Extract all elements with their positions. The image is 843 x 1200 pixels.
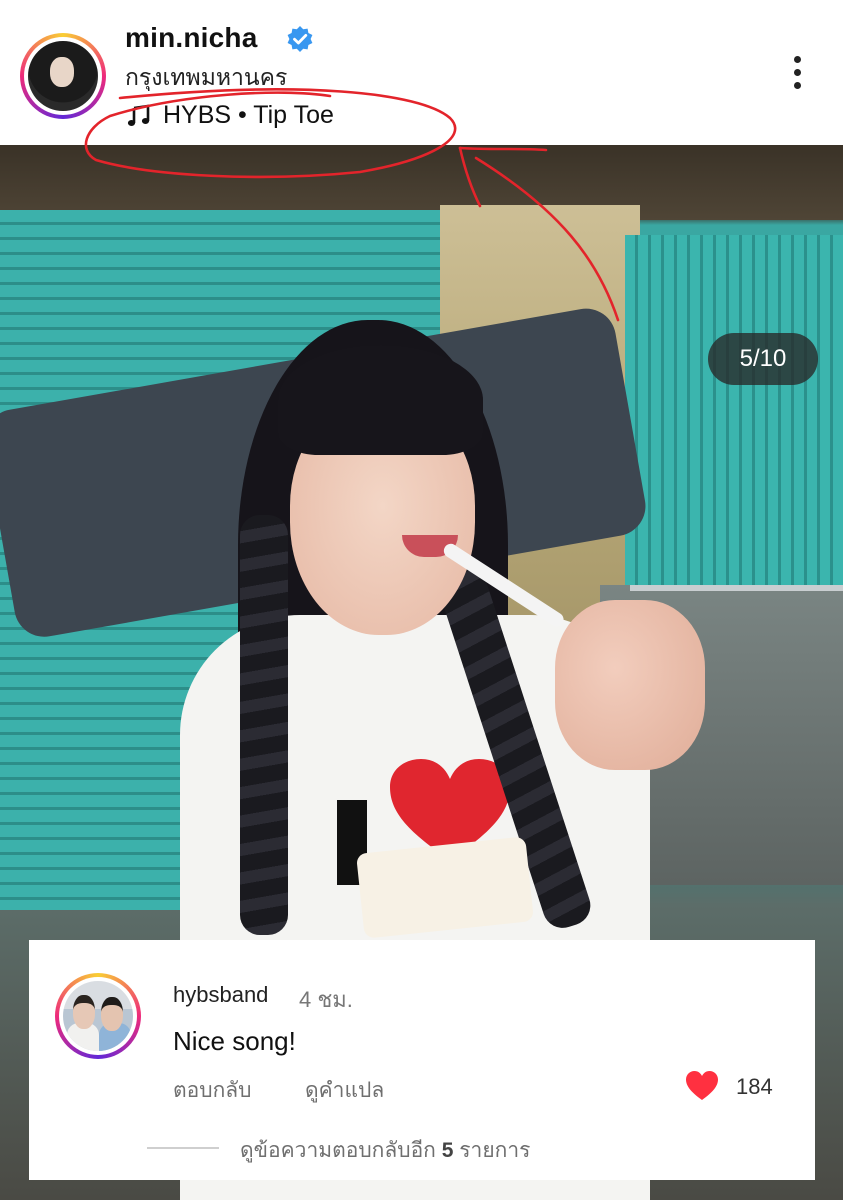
more-vertical-icon[interactable]: [790, 56, 804, 96]
commenter-avatar[interactable]: [55, 973, 141, 1059]
comment-timestamp: 4 ชม.: [299, 987, 353, 1012]
comment-card: hybsband 4 ชม. Nice song! ตอบกลับ ดูคำแป…: [29, 940, 815, 1180]
view-replies-count: 5: [441, 1139, 454, 1162]
replies-divider: [147, 1147, 219, 1149]
photo-braid-left: [240, 515, 288, 935]
view-more-replies-button[interactable]: ดูข้อความตอบกลับอีก 5 รายการ: [240, 1134, 530, 1167]
avatar-image: [28, 41, 98, 111]
profile-avatar[interactable]: [20, 33, 106, 119]
username[interactable]: min.nicha: [125, 22, 258, 54]
view-replies-prefix: ดูข้อความตอบกลับอีก: [240, 1139, 436, 1162]
carousel-counter: 5/10: [708, 333, 818, 385]
commenter-avatar-border: [59, 977, 137, 1055]
location-label[interactable]: กรุงเทพมหานคร: [125, 60, 287, 96]
music-note-icon: [127, 104, 150, 126]
photo-bangs: [278, 345, 483, 455]
reply-button[interactable]: ตอบกลับ: [173, 1074, 252, 1107]
verified-badge-icon: [287, 26, 313, 52]
photo-hand: [555, 600, 705, 770]
music-link[interactable]: HYBS • Tip Toe: [127, 101, 334, 130]
comment-username[interactable]: hybsband: [173, 982, 268, 1008]
music-label: HYBS • Tip Toe: [163, 101, 334, 129]
comment-text: Nice song!: [173, 1026, 296, 1056]
see-translation-button[interactable]: ดูคำแปล: [305, 1074, 384, 1107]
post-header: min.nicha กรุงเทพมหานคร HYBS • Tip Toe: [0, 0, 843, 145]
like-count: 184: [736, 1074, 773, 1099]
avatar-border: [24, 37, 102, 115]
heart-icon[interactable]: [685, 1070, 719, 1102]
photo-roof: [0, 145, 843, 220]
commenter-avatar-image: [63, 981, 133, 1051]
photo-food-tray: [356, 836, 534, 939]
view-replies-suffix: รายการ: [459, 1139, 531, 1162]
